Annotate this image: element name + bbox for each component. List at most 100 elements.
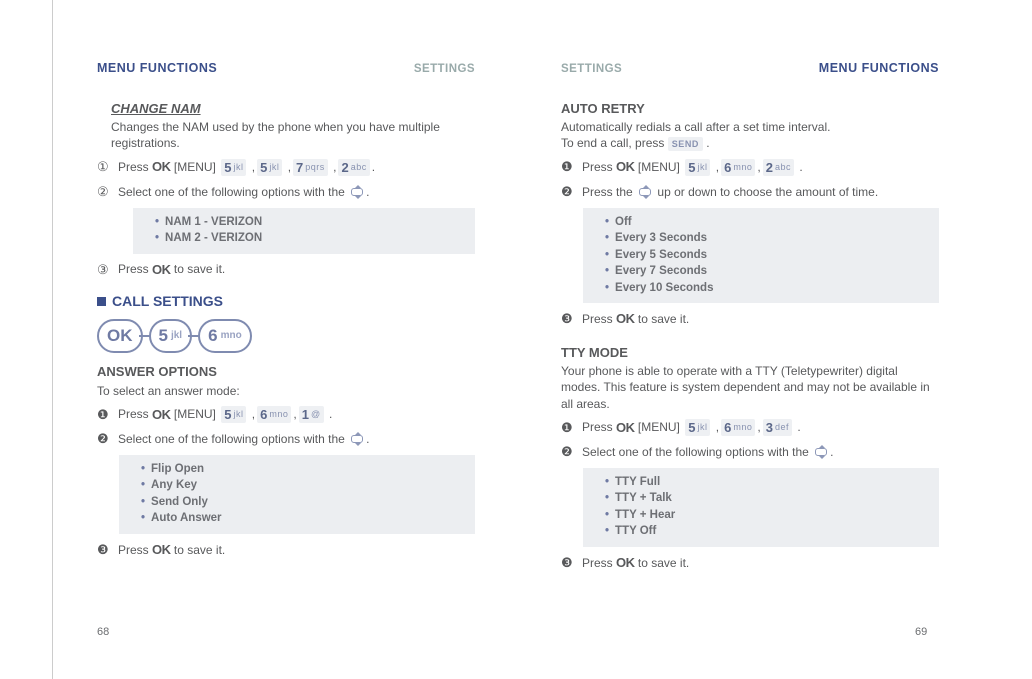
key-6: 6mno [257,406,291,423]
step-number: ❶ [561,158,575,176]
menu-text: [MENU] [174,159,216,175]
change-nam-step3: ③ Press OK to save it. [97,261,475,279]
retry-step2: ❷ Press the up or down to choose the amo… [561,183,939,201]
step-number: ❸ [97,541,111,559]
auto-retry-line1: Automatically redials a call after a set… [561,119,939,135]
retry-step3: ❸ Press OK to save it. [561,310,939,328]
option: Every 7 Seconds [615,265,707,277]
period: . [366,184,369,200]
option: NAM 2 - VERIZON [165,232,262,244]
option: Every 5 Seconds [615,249,707,261]
option: Auto Answer [151,512,222,524]
step-number: ③ [97,261,111,279]
ok-icon: OK [616,158,635,176]
step-number: ❷ [561,183,575,201]
option: Send Only [151,496,208,508]
tty-title: TTY MODE [561,344,939,362]
key-6: 6mno [721,419,755,436]
answer-options-title: ANSWER OPTIONS [97,363,475,381]
answer-step3: ❸ Press OK to save it. [97,541,475,559]
page-divider [52,0,53,679]
change-nam-desc: Changes the NAM used by the phone when y… [111,119,475,151]
ok-icon: OK [616,554,635,572]
nav-key-icon [348,185,366,199]
step-number: ❸ [561,310,575,328]
nav-key-icon [348,432,366,446]
page-68: MENU FUNCTIONS SETTINGS CHANGE NAM Chang… [97,60,475,565]
key-5: 5jkl [257,159,282,176]
change-nam-title: CHANGE NAM [111,100,475,118]
step-number: ❷ [561,443,575,461]
key-5: 5jkl [221,159,246,176]
option: TTY Off [615,525,656,537]
option: TTY + Hear [615,509,675,521]
ok-icon: OK [152,261,171,279]
step-text: Press [118,159,149,175]
step-number: ❶ [97,406,111,424]
header-menu-functions: MENU FUNCTIONS [97,60,217,77]
key-5: 5jkl [685,159,710,176]
call-settings-title: CALL SETTINGS [97,292,475,311]
option: NAM 1 - VERIZON [165,216,262,228]
period: . [372,159,375,175]
answer-options-intro: To select an answer mode: [97,383,475,399]
change-nam-step2: ② Select one of the following options wi… [97,183,475,201]
key-6: 6mno [721,159,755,176]
pill-5: 5jkl [149,319,193,353]
answer-step1: ❶ Press OK [MENU] 5jkl , 6mno, 1@ . [97,406,475,424]
answer-step2: ❷ Select one of the following options wi… [97,430,475,448]
auto-retry-line2: To end a call, press SEND . [561,135,939,151]
page-69: SETTINGS MENU FUNCTIONS AUTO RETRY Autom… [561,60,939,578]
pill-ok: OK [97,319,143,353]
key-7: 7pqrs [293,159,328,176]
header-right: SETTINGS MENU FUNCTIONS [561,60,939,78]
nam-options: •NAM 1 - VERIZON •NAM 2 - VERIZON [133,208,475,254]
step-number: ❶ [561,419,575,437]
ok-icon: OK [616,310,635,328]
step-number: ① [97,158,111,176]
page-number-right: 69 [915,626,927,638]
change-nam-section: CHANGE NAM Changes the NAM used by the p… [111,100,475,279]
tty-desc: Your phone is able to operate with a TTY… [561,363,939,412]
section-bar-icon [97,297,106,306]
step-number: ❸ [561,554,575,572]
key-2: 2abc [338,159,369,176]
header-left: MENU FUNCTIONS SETTINGS [97,60,475,78]
option: Every 3 Seconds [615,232,707,244]
step-text: Press [118,261,149,277]
step-number: ❷ [97,430,111,448]
change-nam-step1: ① Press OK [MENU] 5jkl , 5jkl , 7pqrs , … [97,158,475,176]
pill-6: 6mno [198,319,252,353]
step-number: ② [97,183,111,201]
key-2: 2abc [763,159,794,176]
key-5: 5jkl [685,419,710,436]
option: Off [615,216,632,228]
tty-step1: ❶ Press OK [MENU] 5jkl , 6mno, 3def . [561,419,939,437]
header-menu-functions: MENU FUNCTIONS [819,60,939,77]
retry-options: •Off •Every 3 Seconds •Every 5 Seconds •… [583,208,939,304]
retry-step1: ❶ Press OK [MENU] 5jkl , 6mno, 2abc . [561,158,939,176]
call-settings-keys: OK 5jkl 6mno [97,319,475,353]
ok-icon: OK [152,406,171,424]
auto-retry-title: AUTO RETRY [561,100,939,118]
send-icon: SEND [668,137,703,151]
nav-key-icon [636,185,654,199]
tty-step3: ❸ Press OK to save it. [561,554,939,572]
step-text: to save it. [174,261,225,277]
key-1: 1@ [299,406,324,423]
step-text: Select one of the following options with… [118,184,345,200]
ok-icon: OK [616,419,635,437]
tty-step2: ❷ Select one of the following options wi… [561,443,939,461]
option: TTY + Talk [615,492,672,504]
option: TTY Full [615,476,660,488]
ok-icon: OK [152,541,171,559]
header-settings: SETTINGS [561,62,622,78]
option: Every 10 Seconds [615,282,713,294]
page-number-left: 68 [97,626,109,638]
header-settings: SETTINGS [414,62,475,78]
answer-options-list: •Flip Open •Any Key •Send Only •Auto Ans… [119,455,475,534]
key-5: 5jkl [221,406,246,423]
option: Flip Open [151,463,204,475]
nav-key-icon [812,445,830,459]
key-3: 3def [763,419,792,436]
